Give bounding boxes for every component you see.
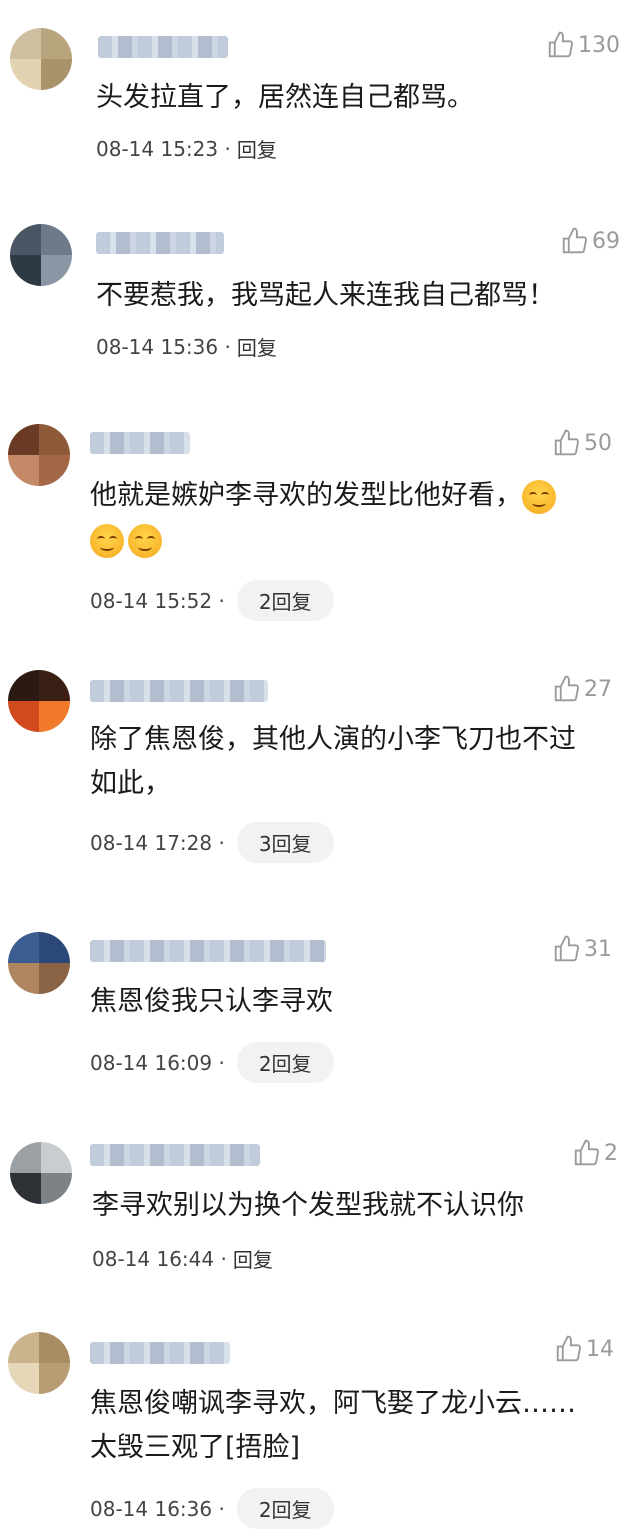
- username[interactable]: [90, 680, 268, 702]
- like-count: 2: [604, 1140, 618, 1166]
- thumbs-up-icon: [562, 227, 587, 254]
- comment-text: 他就是嫉妒李寻欢的发型比他好看，: [90, 474, 596, 562]
- username[interactable]: [90, 1342, 230, 1364]
- comment-text: 焦恩俊我只认李寻欢: [90, 986, 333, 1017]
- comment-time: 08-14 15:36 ·: [96, 334, 231, 359]
- comment-item: 69 不要惹我，我骂起人来连我自己都骂！ 08-14 15:36 · 回复: [0, 200, 626, 400]
- comment-item: 2 李寻欢别以为换个发型我就不认识你 08-14 16:44 · 回复: [0, 1120, 626, 1320]
- username[interactable]: [90, 940, 326, 962]
- comment-item: 27 除了焦恩俊，其他人演的小李飞刀也不过如此， 08-14 17:28 · 3…: [0, 650, 626, 910]
- comment-item: 50 他就是嫉妒李寻欢的发型比他好看， 08-14 15:52 · 2回复: [0, 400, 626, 650]
- comment-time: 08-14 15:52 ·: [90, 588, 225, 613]
- smile-emoji-icon: [522, 479, 556, 514]
- avatar[interactable]: [8, 424, 70, 486]
- like-count: 14: [586, 1336, 614, 1362]
- comment-meta: 08-14 15:36 · 回复: [96, 332, 277, 361]
- reply-button[interactable]: 2回复: [236, 580, 334, 621]
- thumbs-up-icon: [574, 1139, 599, 1166]
- like-button[interactable]: 130: [546, 30, 620, 60]
- comment-time: 08-14 16:36 ·: [90, 1496, 225, 1521]
- comment-item: 31 焦恩俊我只认李寻欢 08-14 16:09 · 2回复: [0, 910, 626, 1120]
- avatar[interactable]: [10, 224, 72, 286]
- avatar[interactable]: [8, 670, 70, 732]
- comment-time: 08-14 17:28 ·: [90, 830, 225, 855]
- avatar[interactable]: [10, 28, 72, 90]
- smile-emoji-icon: [90, 523, 124, 558]
- reply-button[interactable]: 3回复: [236, 822, 334, 863]
- comment-meta: 08-14 16:36 · 2回复: [90, 1488, 334, 1529]
- comment-meta: 08-14 17:28 · 3回复: [90, 822, 334, 863]
- like-button[interactable]: 2: [572, 1138, 618, 1168]
- comment-text: 不要惹我，我骂起人来连我自己都骂！: [96, 280, 555, 311]
- avatar[interactable]: [8, 932, 70, 994]
- comment-meta: 08-14 16:44 · 回复: [92, 1244, 273, 1273]
- thumbs-up-icon: [554, 429, 579, 456]
- like-button[interactable]: 27: [552, 674, 612, 704]
- like-count: 50: [584, 430, 612, 456]
- username[interactable]: [90, 432, 190, 454]
- reply-button[interactable]: 回复: [237, 332, 277, 361]
- comment-text: 头发拉直了，居然连自己都骂。: [96, 82, 474, 113]
- like-count: 130: [578, 32, 620, 58]
- comment-text: 李寻欢别以为换个发型我就不认识你: [92, 1190, 524, 1221]
- like-count: 27: [584, 676, 612, 702]
- thumbs-up-icon: [548, 31, 573, 58]
- username[interactable]: [96, 232, 224, 254]
- thumbs-up-icon: [554, 675, 579, 702]
- like-count: 69: [592, 228, 620, 254]
- comment-time: 08-14 16:09 ·: [90, 1050, 225, 1075]
- like-button[interactable]: 14: [554, 1334, 614, 1364]
- comment-text: 焦恩俊嘲讽李寻欢，阿飞娶了龙小云……太毁三观了[捂脸]: [90, 1388, 576, 1463]
- avatar[interactable]: [10, 1142, 72, 1204]
- comment-item: 130 头发拉直了，居然连自己都骂。 08-14 15:23 · 回复: [0, 0, 626, 200]
- comment-time: 08-14 16:44 ·: [92, 1246, 227, 1271]
- comment-text-content: 他就是嫉妒李寻欢的发型比他好看，: [90, 480, 522, 511]
- comment-text: 除了焦恩俊，其他人演的小李飞刀也不过如此，: [90, 724, 576, 799]
- thumbs-up-icon: [556, 1335, 581, 1362]
- comment-time: 08-14 15:23 ·: [96, 136, 231, 161]
- username[interactable]: [90, 1144, 260, 1166]
- like-button[interactable]: 31: [552, 934, 612, 964]
- smile-emoji-icon: [128, 523, 162, 558]
- like-count: 31: [584, 936, 612, 962]
- like-button[interactable]: 69: [560, 226, 620, 256]
- comment-meta: 08-14 15:23 · 回复: [96, 134, 277, 163]
- comment-item: 14 焦恩俊嘲讽李寻欢，阿飞娶了龙小云……太毁三观了[捂脸] 08-14 16:…: [0, 1320, 626, 1539]
- reply-button[interactable]: 2回复: [236, 1042, 334, 1083]
- reply-button[interactable]: 回复: [233, 1244, 273, 1273]
- username[interactable]: [98, 36, 228, 58]
- reply-button[interactable]: 回复: [237, 134, 277, 163]
- like-button[interactable]: 50: [552, 428, 612, 458]
- thumbs-up-icon: [554, 935, 579, 962]
- reply-button[interactable]: 2回复: [236, 1488, 334, 1529]
- avatar[interactable]: [8, 1332, 70, 1394]
- comment-meta: 08-14 15:52 · 2回复: [90, 580, 334, 621]
- comment-meta: 08-14 16:09 · 2回复: [90, 1042, 334, 1083]
